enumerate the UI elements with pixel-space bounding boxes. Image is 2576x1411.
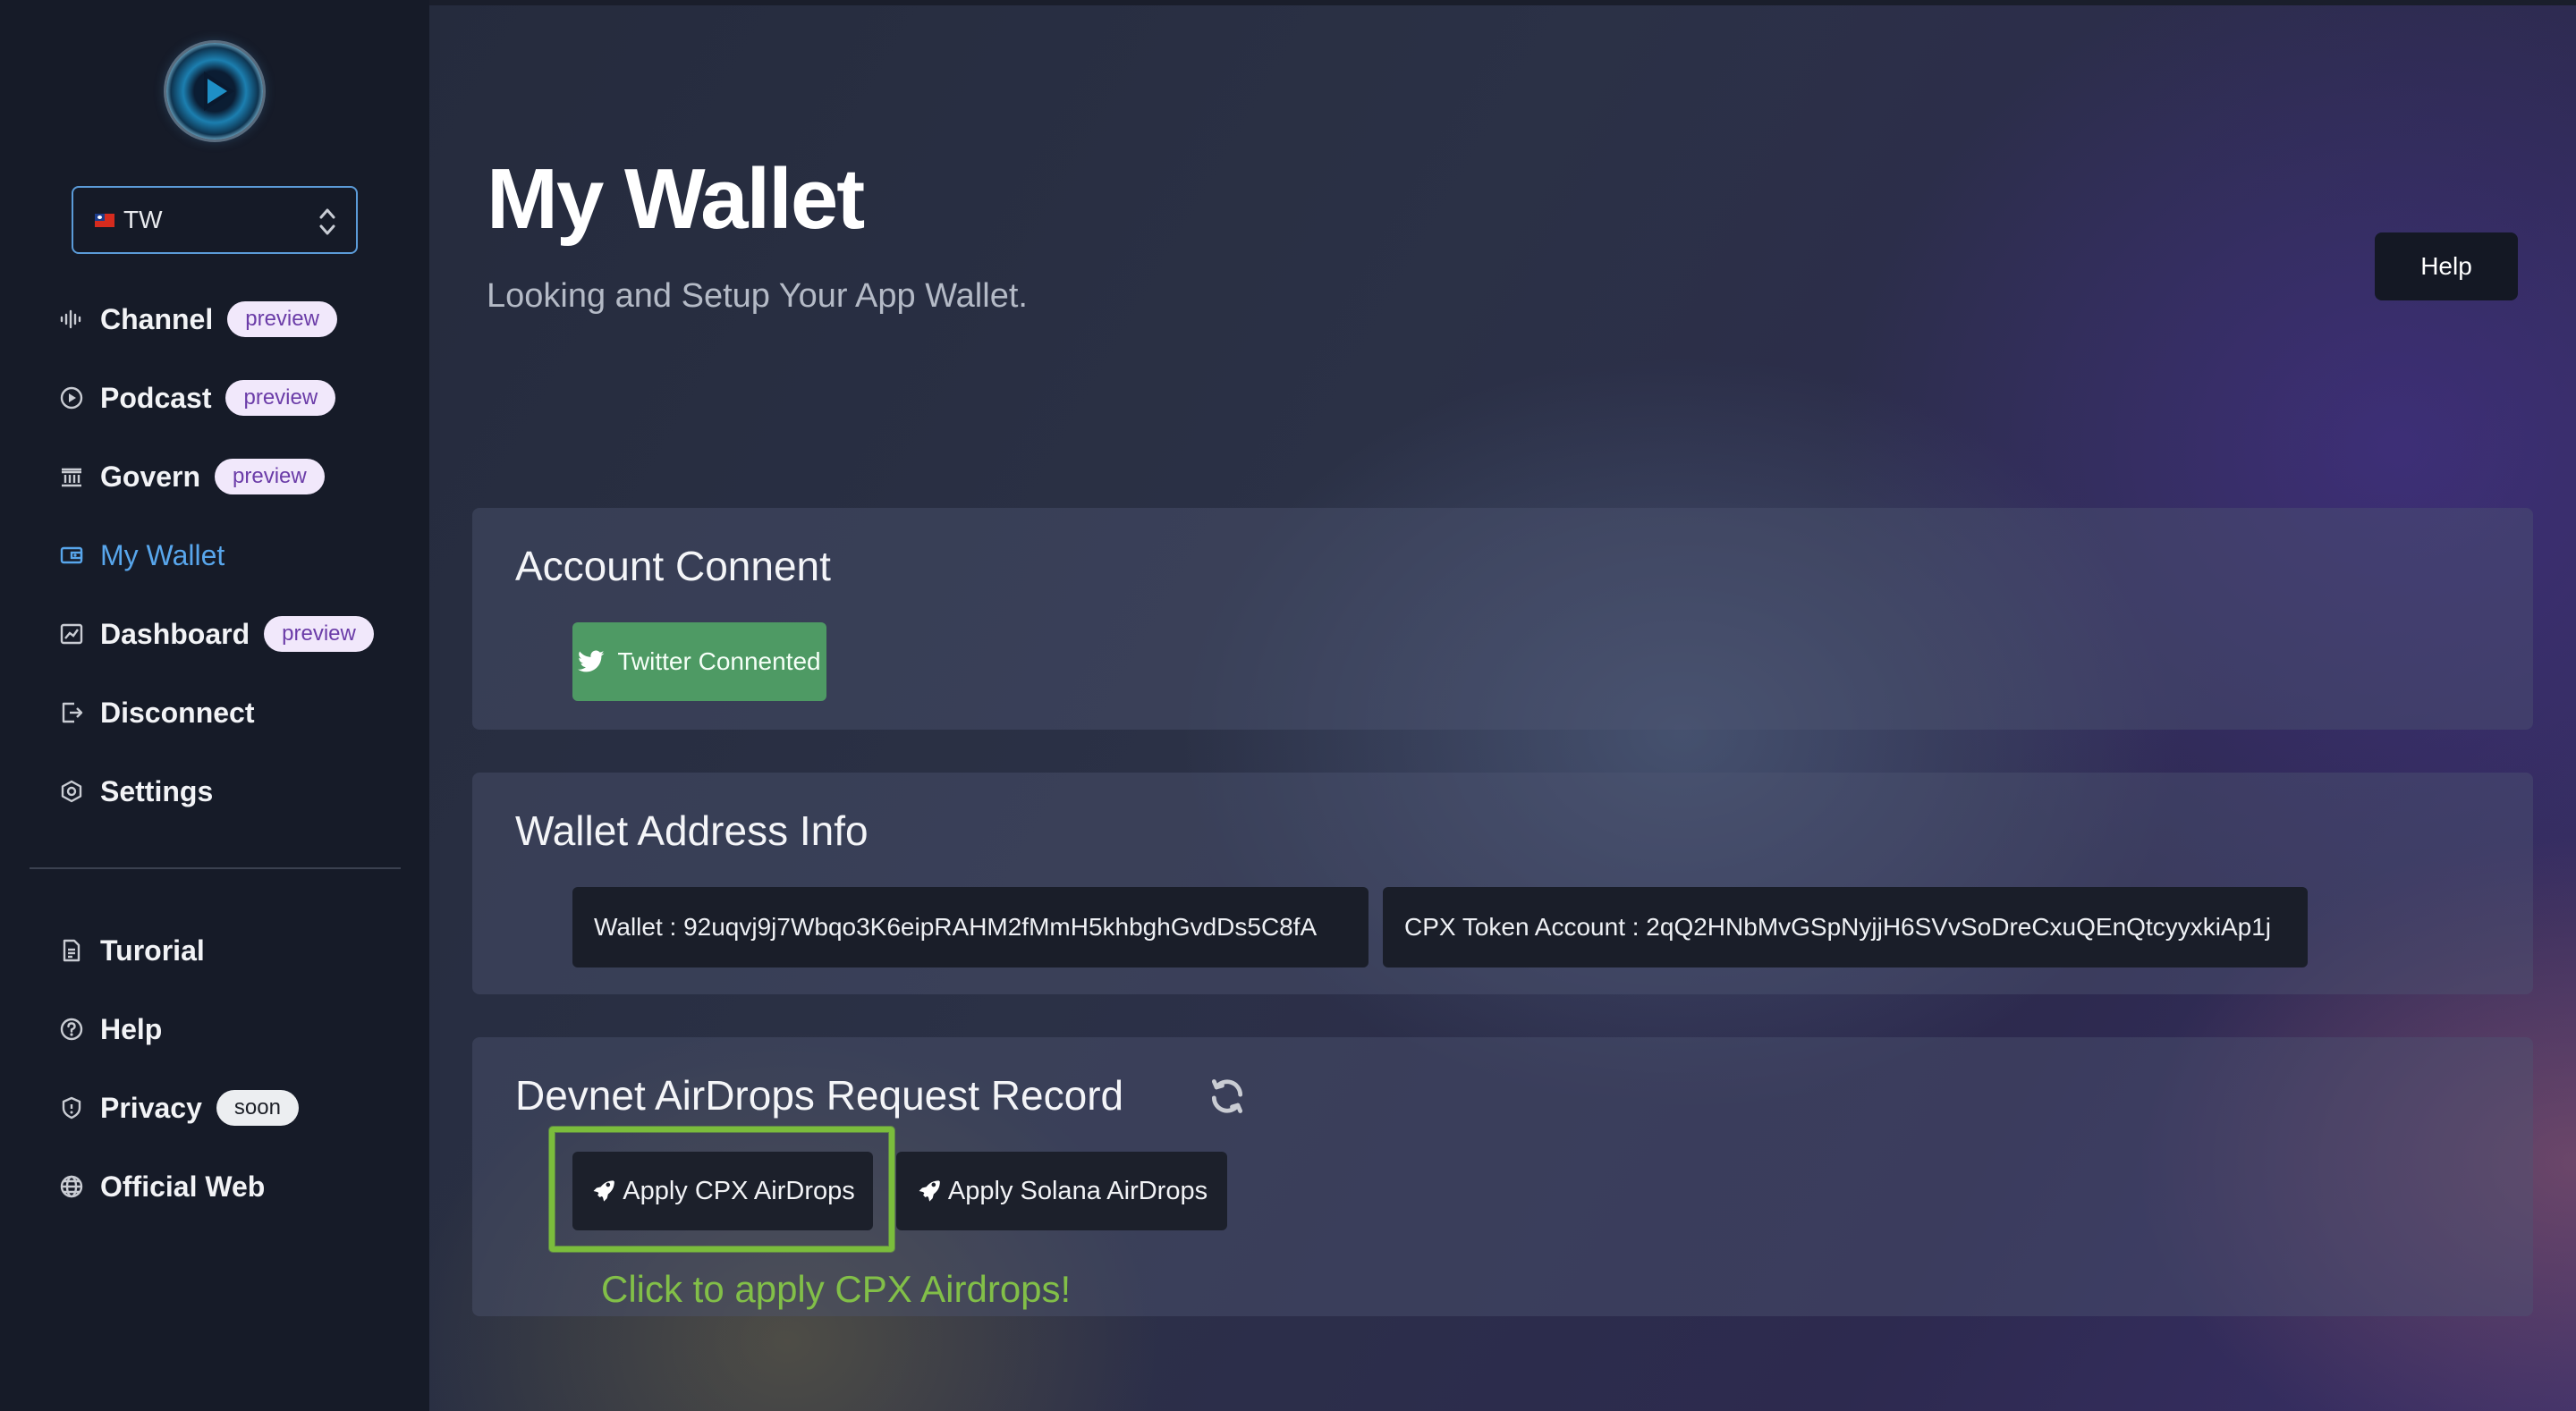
sidebar-item-label: My Wallet (100, 538, 225, 571)
airdrops-card: Devnet AirDrops Request Record Apply CPX… (472, 1037, 2533, 1316)
sidebar-item-official-web[interactable]: Official Web (55, 1164, 265, 1209)
main-content: My Wallet Looking and Setup Your App Wal… (429, 0, 2576, 1411)
preview-badge: preview (264, 616, 374, 652)
twitter-connected-label: Twitter Connented (617, 647, 821, 675)
sidebar-item-label: Official Web (100, 1170, 266, 1203)
twitter-bird-icon (578, 650, 605, 672)
sidebar-item-label: Disconnect (100, 696, 255, 729)
sidebar-item-disconnect[interactable]: Disconnect (55, 690, 254, 735)
sidebar-item-label: Podcast (100, 381, 212, 414)
sidebar-item-settings[interactable]: Settings (55, 769, 213, 814)
sidebar-item-podcast[interactable]: Podcast preview (55, 376, 336, 420)
preview-badge: preview (225, 380, 336, 416)
question-circle-icon (55, 1013, 88, 1045)
sidebar-item-label: Help (100, 1012, 163, 1045)
document-icon (55, 934, 88, 967)
wallet-address-card: Wallet Address Info Wallet : 92uqvj9j7Wb… (472, 773, 2533, 994)
help-button[interactable]: Help (2375, 232, 2518, 300)
bank-icon (55, 460, 88, 493)
sidebar-item-tutorial[interactable]: Turorial (55, 928, 205, 973)
sidebar-item-label: Channel (100, 302, 214, 335)
apply-solana-label: Apply Solana AirDrops (947, 1176, 1208, 1205)
sidebar-item-privacy[interactable]: Privacy soon (55, 1086, 299, 1130)
language-value: TW (123, 206, 163, 233)
sidebar-item-channel[interactable]: Channel preview (55, 297, 337, 342)
language-select[interactable]: TW (72, 186, 358, 254)
sidebar-item-my-wallet[interactable]: My Wallet (55, 533, 225, 578)
shield-icon (55, 1092, 88, 1124)
top-edge (429, 0, 2576, 5)
logout-icon (55, 697, 88, 729)
account-connect-card: Account Connent Twitter Connented (472, 508, 2533, 730)
page-subtitle: Looking and Setup Your App Wallet. (487, 277, 1028, 315)
sidebar-item-govern[interactable]: Govern preview (55, 454, 325, 499)
app-logo[interactable] (166, 43, 263, 139)
preview-badge: preview (215, 459, 325, 494)
sidebar: TW Channel preview Podcast preview Gover… (0, 0, 429, 1411)
card-title: Account Connent (515, 543, 831, 589)
token-account-chip[interactable]: CPX Token Account : 2qQ2HNbMvGSpNyjjH6SV… (1383, 887, 2308, 967)
rocket-icon (919, 1180, 940, 1202)
audio-wave-icon (55, 303, 88, 335)
sidebar-item-label: Turorial (100, 934, 205, 967)
chart-icon (55, 618, 88, 650)
sidebar-item-label: Dashboard (100, 617, 250, 650)
wallet-address-chip[interactable]: Wallet : 92uqvj9j7Wbqo3K6eipRAHM2fMmH5kh… (572, 887, 1368, 967)
hexagon-gear-icon (55, 775, 88, 807)
card-title: Wallet Address Info (515, 807, 869, 854)
sidebar-divider (30, 867, 401, 869)
sidebar-item-help[interactable]: Help (55, 1007, 162, 1052)
sidebar-item-label: Govern (100, 460, 201, 493)
sidebar-item-label: Settings (100, 774, 214, 807)
preview-badge: preview (227, 301, 337, 337)
sidebar-item-label: Privacy (100, 1091, 202, 1124)
globe-icon (55, 1170, 88, 1203)
page-title: My Wallet (487, 151, 865, 247)
card-title: Devnet AirDrops Request Record (515, 1072, 1124, 1119)
taiwan-flag-icon (95, 213, 114, 227)
cpx-hint-text: Click to apply CPX Airdrops! (601, 1268, 1072, 1310)
play-logo-icon (204, 72, 234, 111)
soon-badge: soon (216, 1090, 299, 1126)
refresh-icon[interactable] (1208, 1077, 1247, 1116)
sidebar-item-dashboard[interactable]: Dashboard preview (55, 612, 374, 656)
chevron-up-down-icon (319, 208, 335, 235)
play-circle-icon (55, 382, 88, 414)
apply-solana-airdrops-button[interactable]: Apply Solana AirDrops (896, 1152, 1227, 1230)
app-window: TW Channel preview Podcast preview Gover… (0, 0, 2576, 1411)
twitter-connected-button[interactable]: Twitter Connented (572, 622, 826, 701)
cpx-highlight-box (549, 1127, 894, 1252)
wallet-icon (55, 539, 88, 571)
